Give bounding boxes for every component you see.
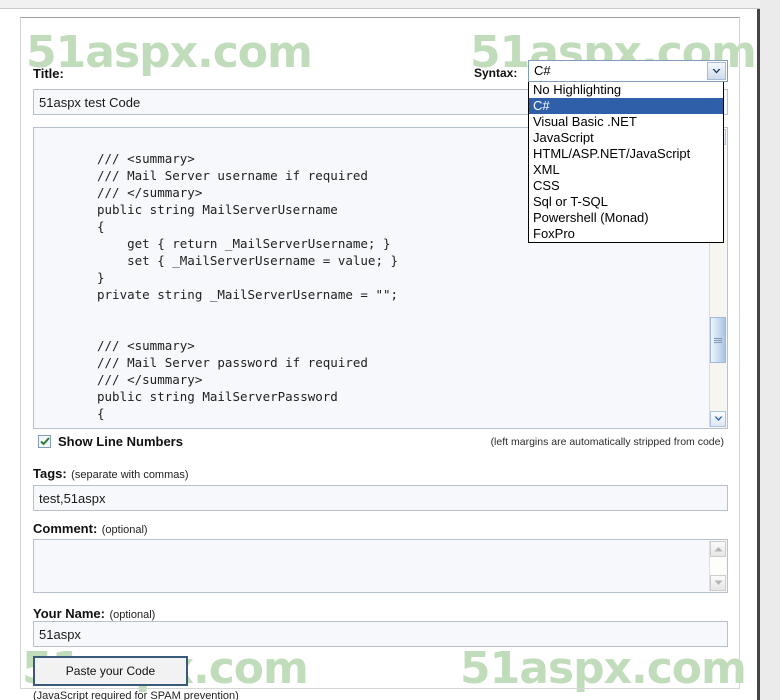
page-root: 51aspx.com 51aspx.com 51aspx.com 51aspx.… — [0, 0, 780, 700]
syntax-option[interactable]: FoxPro — [529, 226, 723, 242]
javascript-note: (JavaScript required for SPAM prevention… — [33, 690, 239, 700]
paste-code-button[interactable]: Paste your Code — [33, 656, 188, 686]
browser-top-strip — [0, 0, 760, 9]
syntax-option[interactable]: HTML/ASP.NET/JavaScript — [529, 146, 723, 162]
tags-hint: (separate with commas) — [71, 469, 189, 481]
syntax-option[interactable]: No Highlighting — [529, 82, 723, 98]
syntax-select-value: C# — [534, 63, 551, 78]
syntax-option[interactable]: Sql or T-SQL — [529, 194, 723, 210]
scroll-down-icon[interactable] — [710, 411, 726, 427]
code-scrollbar-thumb[interactable] — [710, 317, 726, 363]
page-scrollbar-gutter[interactable] — [760, 0, 780, 700]
scroll-down-icon[interactable] — [710, 575, 726, 591]
page-canvas: 51aspx.com 51aspx.com 51aspx.com 51aspx.… — [0, 9, 760, 700]
name-label: Your Name: — [33, 606, 105, 621]
syntax-dropdown-list[interactable]: No Highlighting C# Visual Basic .NET JavaSc… — [528, 82, 724, 243]
name-input[interactable] — [33, 621, 728, 647]
tags-label: Tags: — [33, 466, 67, 481]
syntax-select[interactable]: C# — [528, 60, 728, 82]
margins-hint: (left margins are automatically stripped… — [490, 436, 724, 448]
comment-scrollbar[interactable] — [709, 541, 726, 591]
comment-hint: (optional) — [101, 524, 148, 536]
tags-label-group: Tags: (separate with commas) — [33, 465, 189, 483]
syntax-option[interactable]: Powershell (Monad) — [529, 210, 723, 226]
syntax-option[interactable]: JavaScript — [529, 130, 723, 146]
code-textarea-content: /// <summary> /// Mail Server username i… — [97, 151, 399, 421]
syntax-option[interactable]: C# — [529, 98, 723, 114]
chevron-down-icon[interactable] — [707, 62, 726, 80]
title-label: Title: — [33, 66, 64, 81]
syntax-option[interactable]: XML — [529, 162, 723, 178]
tags-input[interactable] — [33, 485, 728, 511]
syntax-option[interactable]: CSS — [529, 178, 723, 194]
comment-textarea[interactable] — [33, 539, 728, 593]
syntax-label: Syntax: — [474, 66, 518, 80]
comment-label: Comment: — [33, 521, 98, 536]
scroll-up-icon[interactable] — [710, 541, 726, 557]
comment-label-group: Comment: (optional) — [33, 520, 148, 538]
name-hint: (optional) — [109, 609, 156, 621]
syntax-option[interactable]: Visual Basic .NET — [529, 114, 723, 130]
